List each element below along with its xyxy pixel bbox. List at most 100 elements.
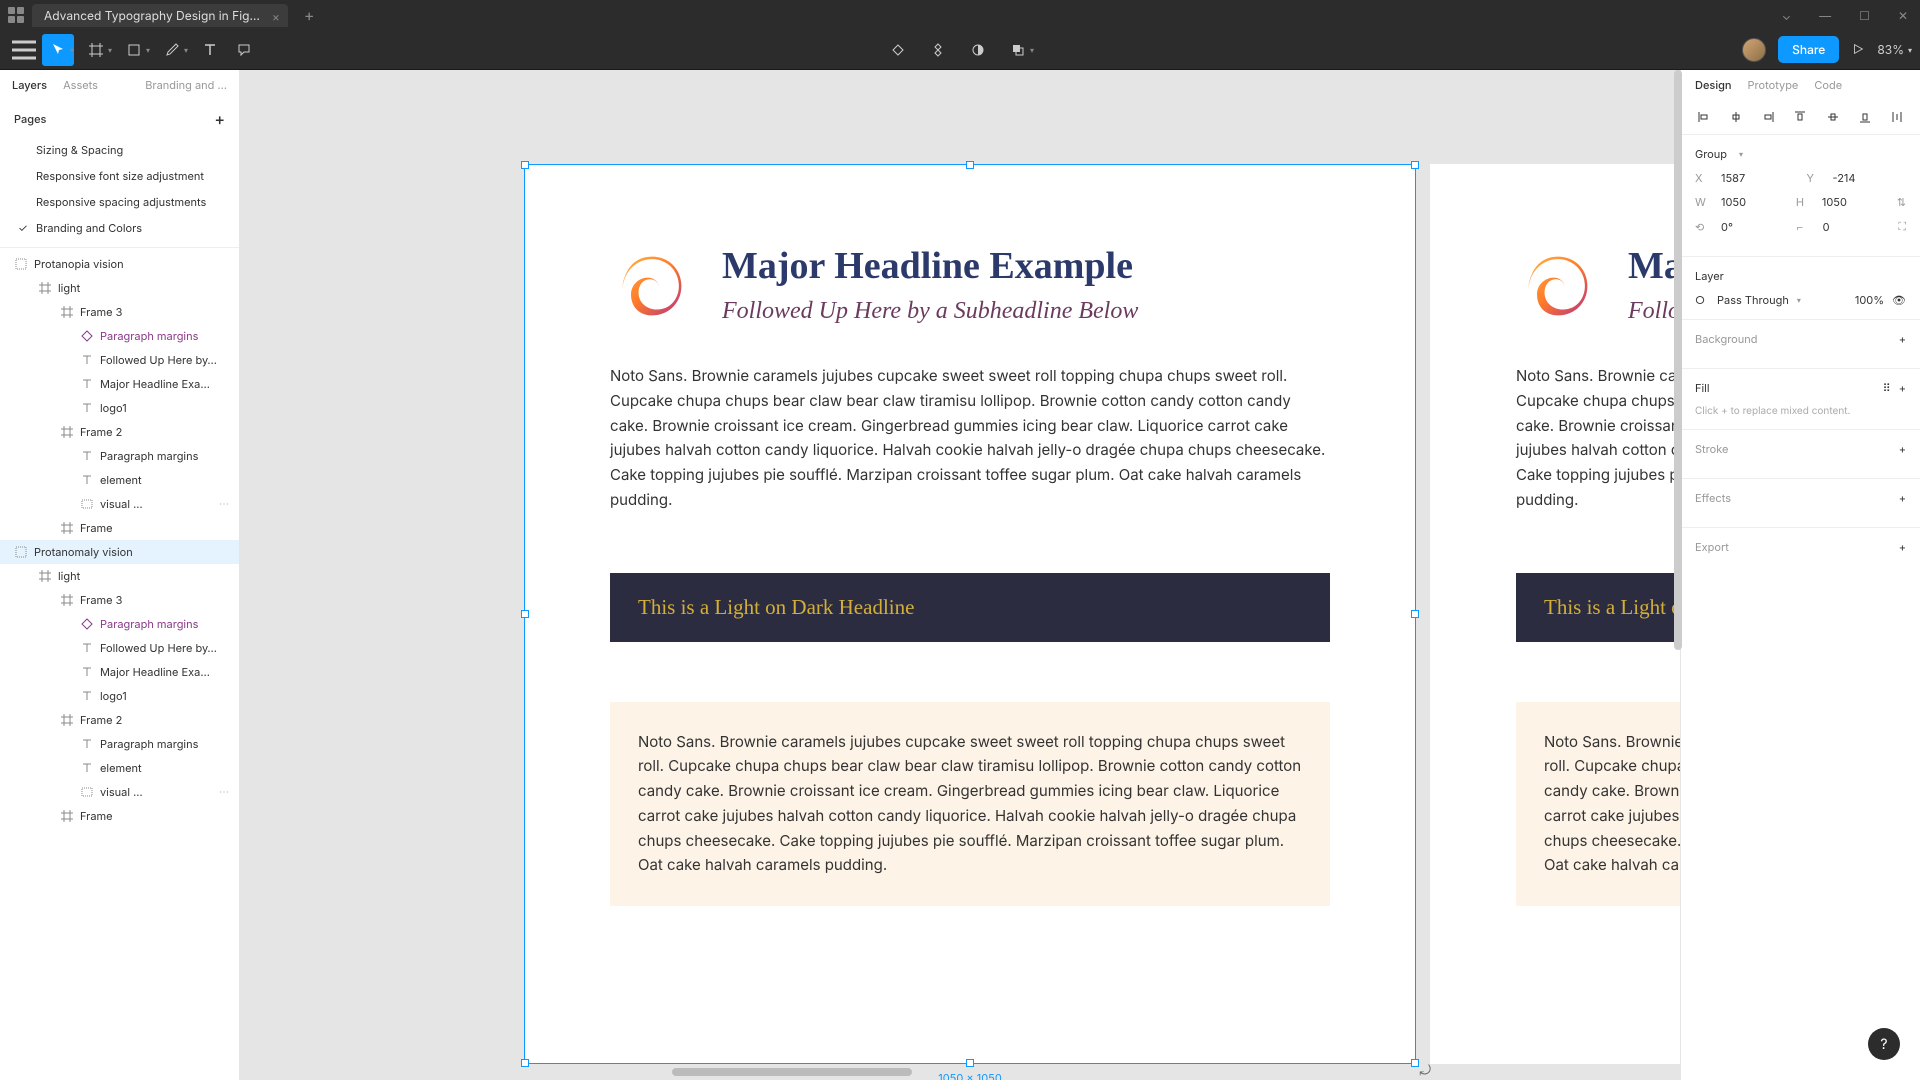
layer-item[interactable]: Paragraph margins [0,444,239,468]
layer-item[interactable]: light [0,276,239,300]
document-tab[interactable]: Advanced Typography Design in Fig… × [32,4,288,27]
resize-handle[interactable] [1411,161,1419,169]
resize-handle[interactable] [521,161,529,169]
add-page-icon[interactable]: + [214,109,225,129]
tab-code[interactable]: Code [1814,78,1842,92]
chevron-down-icon[interactable]: ▾ [146,45,150,55]
present-icon[interactable] [1851,40,1865,60]
page-item[interactable]: Sizing & Spacing [0,137,239,163]
rotate-handle-icon[interactable]: ⤾ [1419,1062,1431,1079]
close-window-icon[interactable]: ✕ [1894,6,1912,25]
distribute-icon[interactable] [1886,106,1908,128]
layer-item[interactable]: Paragraph margins [0,732,239,756]
resize-handle[interactable] [521,1059,529,1067]
layer-item[interactable]: element [0,468,239,492]
layer-actions[interactable]: ⋯ [219,498,229,510]
add-stroke-icon[interactable]: + [1899,442,1906,456]
style-picker-icon[interactable]: ⠿ [1883,381,1891,395]
chevron-down-icon[interactable]: ▾ [184,45,188,55]
layer-item[interactable]: Major Headline Exa… [0,372,239,396]
layer-item[interactable]: Frame 2 [0,708,239,732]
layer-item[interactable]: Paragraph margins [0,612,239,636]
chevron-down-icon[interactable]: ▾ [108,45,112,55]
tab-layers[interactable]: Layers [12,78,47,92]
text-tool[interactable] [194,34,226,66]
x-input[interactable]: 1587 [1721,171,1795,185]
y-input[interactable]: -214 [1833,171,1907,185]
add-export-icon[interactable]: + [1899,540,1906,554]
minimize-icon[interactable]: — [1815,6,1835,25]
avatar[interactable] [1742,38,1766,62]
align-left-icon[interactable] [1693,106,1715,128]
constrain-icon[interactable]: ⇅ [1897,195,1906,209]
add-effect-icon[interactable]: + [1899,491,1906,505]
layer-item[interactable]: Paragraph margins [0,324,239,348]
layer-item[interactable]: Frame [0,804,239,828]
zoom-control[interactable]: 83% ▾ [1877,42,1912,57]
layer-item[interactable]: Protanomaly vision [0,540,239,564]
chevron-down-icon[interactable]: ▾ [1030,45,1034,55]
tab-assets[interactable]: Assets [63,78,98,92]
layer-item[interactable]: visual …⋯ [0,780,239,804]
align-bottom-icon[interactable] [1854,106,1876,128]
opacity-input[interactable]: 100% [1855,293,1884,307]
frame-type[interactable]: Group [1695,147,1727,161]
layer-item[interactable]: logo1 [0,396,239,420]
resize-handle[interactable] [1411,610,1419,618]
blend-mode-select[interactable]: Pass Through [1717,293,1789,307]
layer-item[interactable]: element [0,756,239,780]
align-center-v-icon[interactable] [1822,106,1844,128]
app-menu-icon[interactable] [8,7,24,23]
comment-tool[interactable] [228,34,260,66]
layer-item[interactable]: visual …⋯ [0,492,239,516]
layer-item[interactable]: light [0,564,239,588]
artboard[interactable]: Major Headline Example Followed Up Here … [1430,164,1680,1064]
corner-input[interactable]: 0 [1823,220,1887,234]
tab-design[interactable]: Design [1695,78,1732,92]
resize-handle[interactable] [966,161,974,169]
chevron-down-icon[interactable]: ▾ [70,45,74,55]
align-center-h-icon[interactable] [1725,106,1747,128]
layer-item[interactable]: Frame 3 [0,588,239,612]
close-tab-icon[interactable]: × [272,9,280,24]
chevron-down-icon[interactable]: ⌄ [1778,6,1795,25]
chevron-down-icon[interactable]: ▾ [1797,295,1801,305]
layer-item[interactable]: logo1 [0,684,239,708]
align-right-icon[interactable] [1757,106,1779,128]
layer-item[interactable]: Frame 2 [0,420,239,444]
tab-page[interactable]: Branding and … [145,78,227,92]
resize-handle[interactable] [1411,1059,1419,1067]
page-item[interactable]: Responsive spacing adjustments [0,189,239,215]
canvas[interactable]: Major Headline Example Followed Up Here … [240,70,1680,1080]
tab-prototype[interactable]: Prototype [1748,78,1799,92]
help-button[interactable]: ? [1868,1028,1900,1060]
layer-item[interactable]: Followed Up Here by… [0,348,239,372]
maximize-icon[interactable]: ☐ [1855,6,1874,25]
layer-actions[interactable]: ⋯ [219,786,229,798]
horizontal-scrollbar[interactable] [672,1068,912,1076]
hamburger-menu-icon[interactable] [8,34,40,66]
right-panel-scrollbar[interactable] [1674,70,1682,650]
layer-item[interactable]: Frame 3 [0,300,239,324]
component-icon[interactable] [922,34,954,66]
expand-icon[interactable]: ⛶ [1898,219,1906,234]
mask-icon[interactable] [962,34,994,66]
new-tab-button[interactable]: + [296,5,323,25]
share-button[interactable]: Share [1778,36,1839,63]
layer-item[interactable]: Protanopia vision [0,252,239,276]
page-item[interactable]: Responsive font size adjustment [0,163,239,189]
paint-bucket-icon[interactable] [882,34,914,66]
layer-item[interactable]: Major Headline Exa… [0,660,239,684]
chevron-down-icon[interactable]: ▾ [1739,149,1743,159]
visibility-icon[interactable]: 👁 [1892,293,1906,307]
resize-handle[interactable] [966,1059,974,1067]
align-top-icon[interactable] [1789,106,1811,128]
w-input[interactable]: 1050 [1721,195,1784,209]
layer-item[interactable]: Frame [0,516,239,540]
resize-handle[interactable] [521,610,529,618]
layer-item[interactable]: Followed Up Here by… [0,636,239,660]
h-input[interactable]: 1050 [1822,195,1885,209]
add-background-icon[interactable]: + [1899,332,1906,346]
add-fill-icon[interactable]: + [1899,381,1906,395]
page-item[interactable]: Branding and Colors [0,215,239,241]
